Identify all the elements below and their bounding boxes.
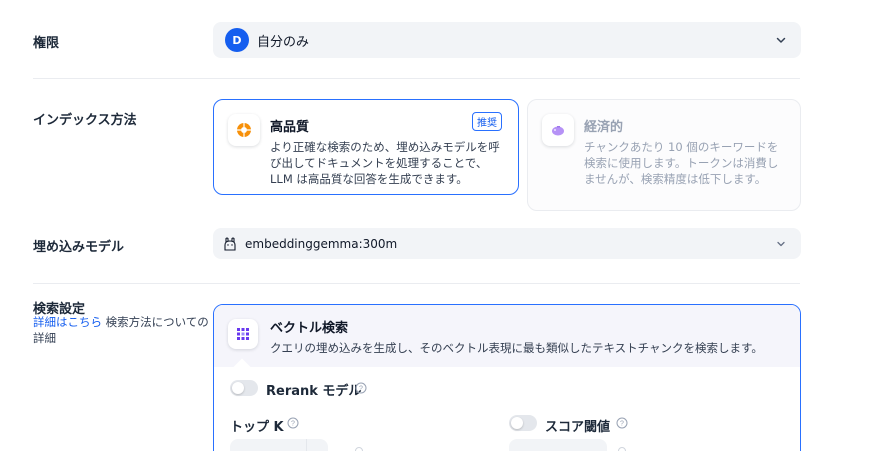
- divider: [33, 283, 800, 284]
- vector-search-title: ベクトル検索: [270, 321, 349, 336]
- top-k-label: トップ K: [230, 420, 284, 435]
- piggy-bank-icon: [542, 114, 574, 146]
- permission-label: 権限: [33, 36, 60, 51]
- vector-search-description: クエリの埋め込みを生成し、そのベクトル表現に最も類似したテキストチャンクを検索し…: [270, 341, 763, 355]
- index-method-label: インデックス方法: [33, 113, 137, 128]
- score-threshold-label: スコア閾値: [545, 420, 611, 435]
- high-quality-icon: [228, 114, 260, 146]
- economy-description: チャンクあたり 10 個のキーワードを検索に使用します。トークンは消費しませんが…: [584, 140, 779, 186]
- vector-search-header: ベクトル検索 クエリの埋め込みを生成し、そのベクトル表現に最も類似したテキストチ…: [214, 305, 800, 376]
- permission-select[interactable]: D 自分のみ: [213, 22, 801, 58]
- vector-grid-icon: [228, 319, 258, 349]
- svg-text:?: ?: [291, 421, 295, 428]
- rerank-toggle[interactable]: [230, 380, 258, 396]
- svg-text:?: ?: [359, 386, 363, 393]
- high-quality-description: より正確な検索のため、埋め込みモデルを呼び出してドキュメントを処理することで、L…: [270, 140, 500, 186]
- embedding-model-value: embeddinggemma:300m: [245, 236, 398, 251]
- svg-text:?: ?: [620, 421, 624, 428]
- question-icon[interactable]: ?: [287, 417, 299, 429]
- caret: [233, 358, 251, 376]
- avatar: D: [225, 28, 249, 52]
- vector-search-option[interactable]: ベクトル検索 クエリの埋め込みを生成し、そのベクトル表現に最も類似したテキストチ…: [213, 304, 801, 451]
- retrieval-help: 詳細はこちら 検索方法についての詳細: [33, 314, 213, 346]
- rerank-label: Rerank モデル: [266, 384, 362, 399]
- learn-more-link[interactable]: 詳細はこちら: [33, 315, 102, 329]
- top-k-stepper[interactable]: [230, 439, 328, 451]
- economy-option[interactable]: 経済的 チャンクあたり 10 個のキーワードを検索に使用します。トークンは消費し…: [527, 99, 801, 211]
- divider: [33, 78, 800, 79]
- question-icon[interactable]: ?: [616, 417, 628, 429]
- score-threshold-slider[interactable]: [618, 447, 626, 451]
- top-k-slider[interactable]: [355, 447, 363, 451]
- score-threshold-toggle[interactable]: [509, 415, 537, 431]
- score-threshold-stepper[interactable]: [509, 439, 607, 451]
- embedding-model-label: 埋め込みモデル: [33, 240, 125, 255]
- question-icon[interactable]: ?: [355, 382, 367, 394]
- chevron-down-icon: [777, 241, 785, 246]
- economy-title: 経済的: [584, 120, 624, 135]
- chevron-down-icon: [776, 37, 786, 43]
- ollama-icon: [224, 236, 236, 251]
- recommended-badge: 推奨: [472, 112, 502, 131]
- stepper-arrows[interactable]: [306, 439, 328, 451]
- high-quality-option[interactable]: 高品質 より正確な検索のため、埋め込みモデルを呼び出してドキュメントを処理するこ…: [213, 99, 519, 195]
- permission-value: 自分のみ: [257, 34, 310, 50]
- high-quality-title: 高品質: [270, 120, 310, 135]
- embedding-model-select[interactable]: embeddinggemma:300m: [213, 228, 801, 259]
